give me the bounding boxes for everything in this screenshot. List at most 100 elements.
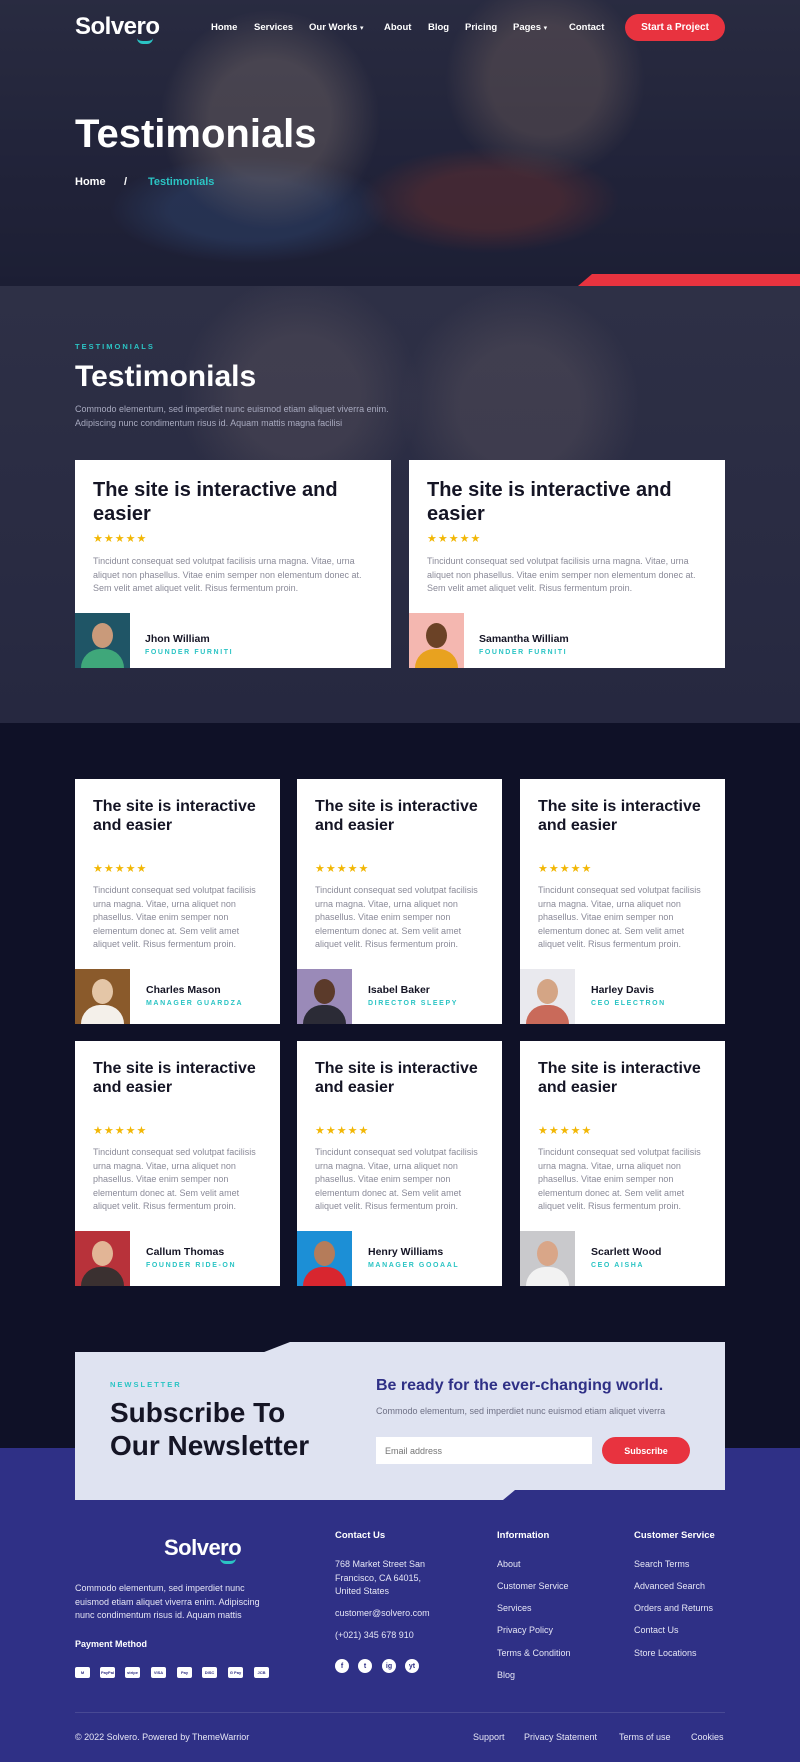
testimonial-body: Tincidunt consequat sed volutpat facilis… <box>538 1147 701 1211</box>
footer-link-services[interactable]: Services <box>497 1603 532 1613</box>
section-eyebrow: TESTIMONIALS <box>75 342 155 351</box>
footer-link-about[interactable]: About <box>497 1559 521 1569</box>
breadcrumb-home[interactable]: Home <box>75 176 106 188</box>
avatar <box>297 1231 352 1286</box>
footer-logo[interactable]: Solvero <box>163 1535 242 1564</box>
footer-link-privacy[interactable]: Privacy Policy <box>497 1625 553 1635</box>
testimonial-card: The site is interactive and easier ★★★★★… <box>409 460 725 668</box>
nav-item-our-works[interactable]: Our Works ▾ <box>309 22 364 33</box>
footer-link-store-locations[interactable]: Store Locations <box>634 1648 697 1658</box>
twitter-icon[interactable]: t <box>358 1659 372 1673</box>
payment-title: Payment Method <box>75 1639 148 1649</box>
nav-item-blog[interactable]: Blog <box>428 22 449 33</box>
mastercard-icon: M <box>75 1667 90 1678</box>
testimonial-title: The site is interactive and easier <box>315 798 478 834</box>
nav-label: Our Works <box>309 22 358 33</box>
reviewer-name: Jhon William <box>145 633 210 645</box>
nav-label: Pages <box>513 22 541 33</box>
testimonial-body: Tincidunt consequat sed volutpat facilis… <box>315 885 478 949</box>
footer-about: Commodo elementum, sed imperdiet nunc eu… <box>75 1583 260 1620</box>
reviewer-role: MANAGER GUARDZA <box>146 1000 244 1007</box>
rating-stars-icon: ★★★★★ <box>315 863 370 875</box>
information-title: Information <box>497 1530 550 1541</box>
reviewer-role: CEO AISHA <box>591 1262 645 1269</box>
nav-item-home[interactable]: Home <box>211 22 237 33</box>
newsletter-title: Subscribe To Our Newsletter <box>110 1396 309 1462</box>
newsletter-title-line: Our Newsletter <box>110 1430 310 1461</box>
footer-link-advanced-search[interactable]: Advanced Search <box>634 1581 705 1591</box>
subtitle-line: Adipiscing nunc condimentum risus id. Aq… <box>75 418 343 428</box>
chevron-down-icon: ▾ <box>543 25 548 32</box>
facebook-icon[interactable]: f <box>335 1659 349 1673</box>
contact-title: Contact Us <box>335 1530 386 1541</box>
reviewer-role: FOUNDER RIDE-ON <box>146 1262 237 1269</box>
bottom-link-privacy[interactable]: Privacy Statement <box>524 1732 597 1742</box>
nav-item-pricing[interactable]: Pricing <box>465 22 497 33</box>
avatar <box>520 1231 575 1286</box>
footer-link-contact-us[interactable]: Contact Us <box>634 1625 679 1635</box>
footer-link-orders-returns[interactable]: Orders and Returns <box>634 1603 713 1613</box>
bottom-link-support[interactable]: Support <box>473 1732 505 1742</box>
reviewer-name: Scarlett Wood <box>591 1246 662 1258</box>
copyright: © 2022 Solvero. Powered by ThemeWarrior <box>75 1732 250 1742</box>
brand-logo[interactable]: Solvero <box>75 13 160 44</box>
page-title: Testimonials <box>75 112 317 156</box>
jcb-icon: JCB <box>254 1667 269 1678</box>
reviewer-role: FOUNDER FURNITI <box>145 649 234 656</box>
chevron-down-icon: ▾ <box>360 25 364 32</box>
testimonial-card: The site is interactive and easier ★★★★★… <box>297 1041 502 1286</box>
reviewer-role: FOUNDER FURNITI <box>479 649 568 656</box>
testimonial-body: Tincidunt consequat sed volutpat facilis… <box>93 1147 256 1211</box>
newsletter-notch <box>75 1342 290 1352</box>
email-input[interactable] <box>376 1437 592 1464</box>
avatar <box>520 969 575 1024</box>
bottom-link-cookies[interactable]: Cookies <box>691 1732 724 1742</box>
footer-link-customer-service[interactable]: Customer Service <box>497 1581 569 1591</box>
start-project-button[interactable]: Start a Project <box>625 14 725 41</box>
footer-link-search-terms[interactable]: Search Terms <box>634 1559 689 1569</box>
nav-item-about[interactable]: About <box>384 22 411 33</box>
footer-link-terms[interactable]: Terms & Condition <box>497 1648 571 1658</box>
reviewer-name: Isabel Baker <box>368 984 430 996</box>
paypal-icon: PayPal <box>100 1667 115 1678</box>
nav-item-contact[interactable]: Contact <box>569 22 604 33</box>
reviewer-name: Samantha William <box>479 633 569 645</box>
newsletter-heading: Be ready for the ever-changing world. <box>376 1377 664 1394</box>
contact-email[interactable]: customer@solvero.com <box>335 1608 430 1618</box>
testimonial-card: The site is interactive and easier ★★★★★… <box>75 460 391 668</box>
reviewer-role: CEO ELECTRON <box>591 1000 666 1007</box>
breadcrumb-current: Testimonials <box>148 176 215 188</box>
reviewer-name: Charles Mason <box>146 984 221 996</box>
bottom-link-terms[interactable]: Terms of use <box>619 1732 671 1742</box>
testimonial-body: Tincidunt consequat sed volutpat facilis… <box>93 556 362 593</box>
avatar <box>75 613 130 668</box>
reviewer-name: Callum Thomas <box>146 1246 225 1258</box>
rating-stars-icon: ★★★★★ <box>93 533 148 545</box>
testimonial-card: The site is interactive and easier ★★★★★… <box>520 1041 725 1286</box>
testimonial-title: The site is interactive and easier <box>315 1060 478 1096</box>
newsletter-eyebrow: NEWSLETTER <box>110 1380 182 1389</box>
brand-name: Solvero <box>163 1535 242 1560</box>
rating-stars-icon: ★★★★★ <box>427 533 482 545</box>
testimonial-title: The site is interactive and easier <box>538 798 701 834</box>
reviewer-role: DIRECTOR SLEEPY <box>368 1000 458 1007</box>
testimonial-title: The site is interactive and easier <box>538 1060 701 1096</box>
contact-phone[interactable]: (+021) 345 678 910 <box>335 1630 414 1640</box>
nav-item-services[interactable]: Services <box>254 22 293 33</box>
breadcrumb-separator: / <box>124 176 128 188</box>
avatar <box>409 613 464 668</box>
newsletter-title-line: Subscribe To <box>110 1397 286 1428</box>
section-title: Testimonials <box>75 360 257 393</box>
testimonial-body: Tincidunt consequat sed volutpat facilis… <box>93 885 256 949</box>
customer-service-title: Customer Service <box>634 1530 715 1541</box>
youtube-icon[interactable]: yt <box>405 1659 419 1673</box>
testimonial-title: The site is interactive and easier <box>93 798 256 834</box>
hero-accent-strip <box>578 274 800 286</box>
footer-link-blog[interactable]: Blog <box>497 1670 515 1680</box>
testimonial-card: The site is interactive and easier ★★★★★… <box>520 779 725 1024</box>
nav-item-pages[interactable]: Pages ▾ <box>513 22 547 33</box>
reviewer-role: MANAGER GOOAAL <box>368 1262 460 1269</box>
testimonial-card: The site is interactive and easier ★★★★★… <box>75 1041 280 1286</box>
subscribe-button[interactable]: Subscribe <box>602 1437 690 1464</box>
instagram-icon[interactable]: ig <box>382 1659 396 1673</box>
